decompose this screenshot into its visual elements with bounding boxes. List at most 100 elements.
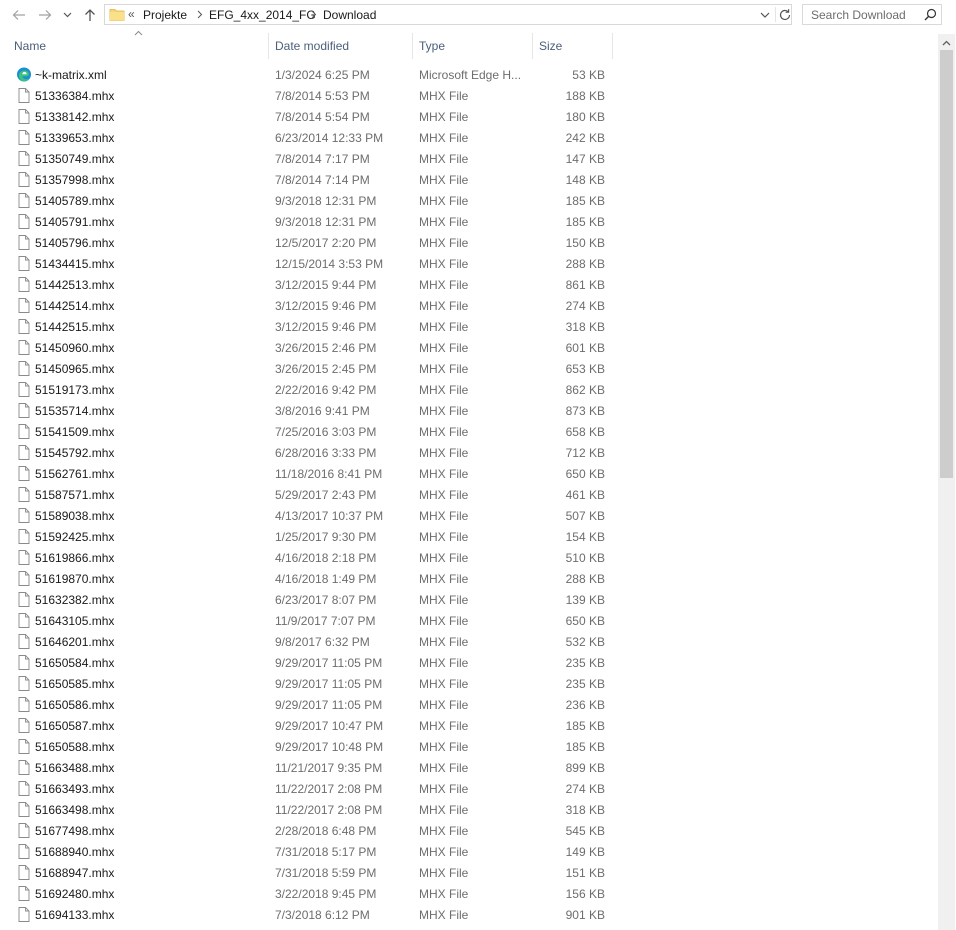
file-name[interactable]: 51688947.mhx	[35, 866, 114, 880]
file-row[interactable]: 51357998.mhx 7/8/2014 7:14 PM MHX File 148 …	[0, 169, 612, 190]
file-row[interactable]: 51650587.mhx 9/29/2017 10:47 PM MHX File 18…	[0, 715, 612, 736]
file-name[interactable]: 51535714.mhx	[35, 404, 114, 418]
file-row[interactable]: 51405796.mhx 12/5/2017 2:20 PM MHX File 150…	[0, 232, 612, 253]
file-name[interactable]: 51663488.mhx	[35, 761, 114, 775]
file-row[interactable]: 51650586.mhx 9/29/2017 11:05 PM MHX File 23…	[0, 694, 612, 715]
file-row[interactable]: 51688940.mhx 7/31/2018 5:17 PM MHX File 149…	[0, 841, 612, 862]
file-row[interactable]: 51694133.mhx 7/3/2018 6:12 PM MHX File 901 …	[0, 904, 612, 925]
file-row[interactable]: 51545792.mhx 6/28/2016 3:33 PM MHX File 712…	[0, 442, 612, 463]
back-button[interactable]	[9, 4, 29, 26]
file-row[interactable]: 51350749.mhx 7/8/2014 7:17 PM MHX File 147 …	[0, 148, 612, 169]
file-row[interactable]: 51663493.mhx 11/22/2017 2:08 PM MHX File 27…	[0, 778, 612, 799]
column-header-name[interactable]: Name	[0, 34, 268, 58]
file-name[interactable]: 51357998.mhx	[35, 173, 114, 187]
file-name[interactable]: 51519173.mhx	[35, 383, 114, 397]
file-name[interactable]: 51541509.mhx	[35, 425, 114, 439]
file-row[interactable]: 51535714.mhx 3/8/2016 9:41 PM MHX File 873 …	[0, 400, 612, 421]
file-row[interactable]: 51688947.mhx 7/31/2018 5:59 PM MHX File 151…	[0, 862, 612, 883]
file-row[interactable]: 51405791.mhx 9/3/2018 12:31 PM MHX File 185…	[0, 211, 612, 232]
file-name[interactable]: 51350749.mhx	[35, 152, 114, 166]
file-row[interactable]: 51541509.mhx 7/25/2016 3:03 PM MHX File 658…	[0, 421, 612, 442]
chevron-right-icon[interactable]	[311, 10, 317, 19]
file-name[interactable]: 51442515.mhx	[35, 320, 114, 334]
file-row[interactable]: 51632382.mhx 6/23/2017 8:07 PM MHX File 139…	[0, 589, 612, 610]
file-name[interactable]: 51692480.mhx	[35, 887, 114, 901]
breadcrumb-download[interactable]: Download	[323, 8, 376, 22]
file-row[interactable]: ~k-matrix.xml 1/3/2024 6:25 PM Microsoft E…	[0, 64, 612, 85]
file-name[interactable]: 51589038.mhx	[35, 509, 114, 523]
file-row[interactable]: 51442515.mhx 3/12/2015 9:46 PM MHX File 318…	[0, 316, 612, 337]
file-name[interactable]: 51587571.mhx	[35, 488, 114, 502]
file-row[interactable]: 51592425.mhx 1/25/2017 9:30 PM MHX File 154…	[0, 526, 612, 547]
file-name[interactable]: 51338142.mhx	[35, 110, 114, 124]
file-row[interactable]: 51650584.mhx 9/29/2017 11:05 PM MHX File 23…	[0, 652, 612, 673]
file-name[interactable]: 51688940.mhx	[35, 845, 114, 859]
file-name[interactable]: 51619866.mhx	[35, 551, 114, 565]
file-name[interactable]: 51650585.mhx	[35, 677, 114, 691]
file-row[interactable]: 51589038.mhx 4/13/2017 10:37 PM MHX File 50…	[0, 505, 612, 526]
search-input[interactable]	[803, 5, 929, 24]
file-name[interactable]: 51562761.mhx	[35, 467, 114, 481]
file-row[interactable]: 51646201.mhx 9/8/2017 6:32 PM MHX File 532 …	[0, 631, 612, 652]
column-header-size[interactable]: Size	[533, 34, 612, 58]
file-name[interactable]: 51694133.mhx	[35, 908, 114, 922]
breadcrumb-projekte[interactable]: Projekte	[143, 8, 187, 22]
file-row[interactable]: 51450965.mhx 3/26/2015 2:45 PM MHX File 653…	[0, 358, 612, 379]
file-name[interactable]: 51632382.mhx	[35, 593, 114, 607]
file-name[interactable]: 51405791.mhx	[35, 215, 114, 229]
file-name[interactable]: 51405796.mhx	[35, 236, 114, 250]
file-name[interactable]: 51339653.mhx	[35, 131, 114, 145]
file-name[interactable]: 51650584.mhx	[35, 656, 114, 670]
overflow-chevron[interactable]: «	[128, 7, 135, 21]
file-row[interactable]: 51643105.mhx 11/9/2017 7:07 PM MHX File 650…	[0, 610, 612, 631]
file-row[interactable]: 51587571.mhx 5/29/2017 2:43 PM MHX File 461…	[0, 484, 612, 505]
file-name[interactable]: 51442514.mhx	[35, 299, 114, 313]
chevron-right-icon[interactable]	[197, 10, 203, 19]
file-name[interactable]: 51663493.mhx	[35, 782, 114, 796]
file-name[interactable]: 51650587.mhx	[35, 719, 114, 733]
file-name[interactable]: 51405789.mhx	[35, 194, 114, 208]
column-divider[interactable]	[612, 33, 613, 59]
column-header-type[interactable]: Type	[413, 34, 532, 58]
scroll-thumb[interactable]	[940, 50, 953, 478]
file-row[interactable]: 51405789.mhx 9/3/2018 12:31 PM MHX File 185…	[0, 190, 612, 211]
file-row[interactable]: 51562761.mhx 11/18/2016 8:41 PM MHX File 65…	[0, 463, 612, 484]
file-row[interactable]: 51519173.mhx 2/22/2016 9:42 PM MHX File 862…	[0, 379, 612, 400]
file-row[interactable]: 51339653.mhx 6/23/2014 12:33 PM MHX File 24…	[0, 127, 612, 148]
refresh-icon[interactable]	[777, 7, 793, 23]
search-icon[interactable]	[924, 8, 937, 21]
search-box[interactable]	[802, 4, 942, 25]
file-row[interactable]: 51442513.mhx 3/12/2015 9:44 PM MHX File 861…	[0, 274, 612, 295]
file-name[interactable]: 51434415.mhx	[35, 257, 114, 271]
file-row[interactable]: 51692480.mhx 3/22/2018 9:45 PM MHX File 156…	[0, 883, 612, 904]
file-name[interactable]: 51677498.mhx	[35, 824, 114, 838]
file-name[interactable]: 51663498.mhx	[35, 803, 114, 817]
forward-button[interactable]	[35, 4, 55, 26]
file-row[interactable]: 51619866.mhx 4/16/2018 2:18 PM MHX File 510…	[0, 547, 612, 568]
file-row[interactable]: 51650585.mhx 9/29/2017 11:05 PM MHX File 23…	[0, 673, 612, 694]
file-name[interactable]: 51619870.mhx	[35, 572, 114, 586]
up-button[interactable]	[80, 4, 100, 26]
file-name[interactable]: 51646201.mhx	[35, 635, 114, 649]
file-name[interactable]: ~k-matrix.xml	[35, 68, 107, 82]
file-row[interactable]: 51619870.mhx 4/16/2018 1:49 PM MHX File 288…	[0, 568, 612, 589]
breadcrumb-efg[interactable]: EFG_4xx_2014_FG	[209, 8, 316, 22]
file-row[interactable]: 51663488.mhx 11/21/2017 9:35 PM MHX File 89…	[0, 757, 612, 778]
column-header-date[interactable]: Date modified	[269, 34, 412, 58]
file-row[interactable]: 51677498.mhx 2/28/2018 6:48 PM MHX File 545…	[0, 820, 612, 841]
file-row[interactable]: 51650588.mhx 9/29/2017 10:48 PM MHX File 18…	[0, 736, 612, 757]
vertical-scrollbar[interactable]	[938, 34, 955, 930]
chevron-down-icon[interactable]	[759, 8, 771, 22]
file-row[interactable]: 51338142.mhx 7/8/2014 5:54 PM MHX File 180 …	[0, 106, 612, 127]
file-row[interactable]: 51336384.mhx 7/8/2014 5:53 PM MHX File 188 …	[0, 85, 612, 106]
recent-locations-button[interactable]	[59, 4, 75, 26]
address-bar[interactable]: « Projekte EFG_4xx_2014_FG Download	[104, 4, 792, 25]
file-name[interactable]: 51336384.mhx	[35, 89, 114, 103]
file-row[interactable]: 51663498.mhx 11/22/2017 2:08 PM MHX File 31…	[0, 799, 612, 820]
file-name[interactable]: 51545792.mhx	[35, 446, 114, 460]
file-name[interactable]: 51650586.mhx	[35, 698, 114, 712]
file-name[interactable]: 51592425.mhx	[35, 530, 114, 544]
file-name[interactable]: 51450960.mhx	[35, 341, 114, 355]
file-row[interactable]: 51442514.mhx 3/12/2015 9:46 PM MHX File 274…	[0, 295, 612, 316]
file-row[interactable]: 51434415.mhx 12/15/2014 3:53 PM MHX File 28…	[0, 253, 612, 274]
